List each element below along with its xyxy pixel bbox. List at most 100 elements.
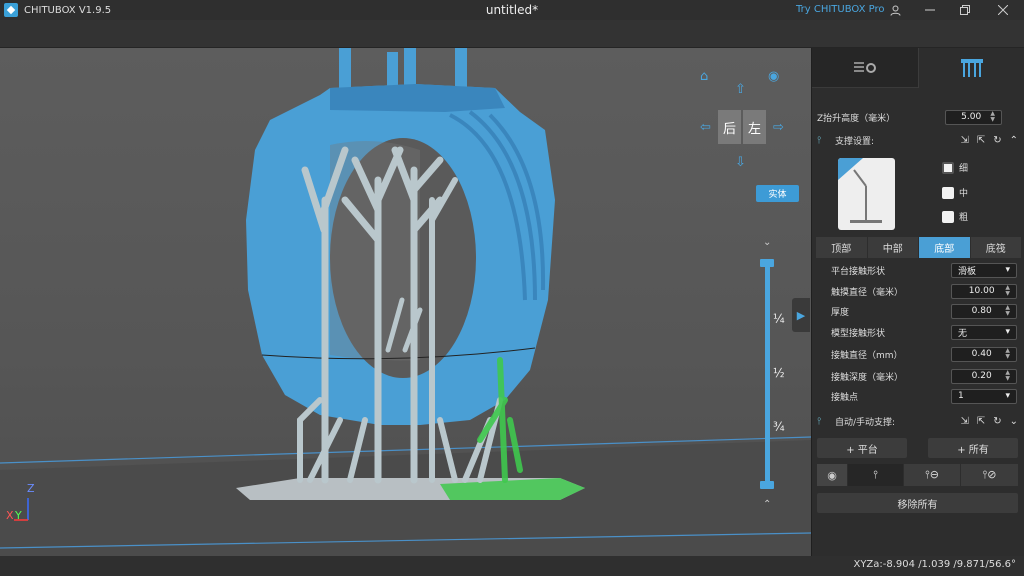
layer-slider-top-handle[interactable] — [760, 259, 774, 267]
param-label: 接触点 — [831, 392, 859, 403]
settings-icon — [854, 61, 876, 73]
scene-canvas: Z X Y — [0, 48, 811, 556]
cube-face-left[interactable]: 左 — [743, 110, 766, 144]
view-up-icon[interactable]: ⇧ — [735, 83, 746, 96]
contact-diameter-input[interactable]: 0.40 ▲ ▼ — [951, 346, 1017, 362]
import-icon[interactable]: ⇲ — [960, 135, 968, 146]
contact-points-select[interactable]: 1 ▾ — [951, 388, 1017, 404]
refresh-icon[interactable]: ↻ — [993, 416, 1001, 427]
view-cube[interactable]: 后 左 — [718, 110, 766, 144]
chevron-down-icon[interactable]: ⌄ — [763, 236, 771, 249]
chevron-down-icon: ▾ — [1005, 391, 1010, 401]
spin-icon[interactable]: ▲ ▼ — [1005, 305, 1010, 317]
tab-settings[interactable] — [812, 48, 918, 88]
eye-view-icon[interactable]: ◉ — [768, 70, 779, 83]
checkbox[interactable] — [942, 161, 954, 174]
remove-support-tool-button[interactable]: ⫯⊖ — [904, 464, 960, 486]
support-preview-image — [838, 158, 895, 230]
model-contact-shape-select[interactable]: 无 ▾ — [951, 324, 1017, 340]
view-left-icon[interactable]: ⇦ — [700, 121, 711, 134]
slider-quarter-label: ¼ — [773, 312, 785, 326]
density-coarse-option[interactable]: 粗 — [942, 210, 968, 223]
thickness-input[interactable]: 0.80 ▲ ▼ — [951, 303, 1017, 319]
remove-all-button[interactable]: 移除所有 — [817, 493, 1018, 513]
tab-support[interactable] — [918, 48, 1024, 88]
param-label: 触摸直径（毫米） — [831, 287, 904, 298]
viewport-3d[interactable]: Z X Y ⌂ ⇧ ◉ ⇦ ⇨ ⇩ 后 左 实体 ⌄ ¼ ½ ¾ ⌃ ▶ — [0, 48, 811, 556]
param-row: 平台接触形状 滑板 ▾ — [812, 260, 1024, 280]
support-pin-icon: ⫯ — [873, 468, 878, 481]
view-right-icon[interactable]: ⇨ — [773, 121, 784, 134]
checkbox[interactable] — [942, 186, 954, 199]
cube-face-back[interactable]: 后 — [718, 110, 741, 144]
density-fine-option[interactable]: 细 — [942, 161, 968, 174]
play-arrow-icon: ▶ — [796, 308, 806, 322]
param-row: 厚度 0.80 ▲ ▼ — [812, 301, 1024, 321]
status-bar: XYZa:-8.904 /1.039 /9.871/56.6° — [0, 556, 1024, 576]
spin-icon[interactable]: ▲ ▼ — [1005, 370, 1010, 382]
param-row: 接触点 1 ▾ — [812, 386, 1024, 406]
layer-slider-track[interactable] — [765, 262, 770, 486]
support-edit-icon: ⫯⊘ — [982, 468, 997, 481]
try-pro-link[interactable]: Try CHITUBOX Pro — [796, 4, 885, 15]
home-view-icon[interactable]: ⌂ — [700, 70, 708, 83]
contact-depth-input[interactable]: 0.20 ▲ ▼ — [951, 368, 1017, 384]
position-tabs: 顶部 中部 底部 底筏 — [816, 237, 1021, 258]
tab-raft[interactable]: 底筏 — [970, 237, 1021, 258]
ring-model — [246, 84, 555, 425]
z-lift-input[interactable]: 5.00 ▲ ▼ — [945, 109, 1002, 125]
param-row: 接触直径（mm） 0.40 ▲ ▼ — [812, 344, 1024, 364]
checkbox[interactable] — [942, 210, 954, 223]
support-table-icon — [961, 59, 983, 77]
support-tool-button[interactable]: ⫯ — [848, 464, 903, 486]
app-name: CHITUBOX V1.9.5 — [24, 4, 112, 16]
add-platform-button[interactable]: + 平台 — [817, 438, 907, 458]
support-settings-label: 支撑设置: — [835, 136, 875, 147]
spin-icon[interactable]: ▲ ▼ — [1005, 285, 1010, 297]
svg-text:Z: Z — [27, 482, 35, 495]
toolbar — [0, 20, 1024, 48]
tab-top[interactable]: 顶部 — [816, 237, 867, 258]
platform-contact-shape-select[interactable]: 滑板 ▾ — [951, 262, 1017, 278]
solid-view-button[interactable]: 实体 — [756, 185, 799, 202]
chevron-up-icon[interactable]: ⌃ — [763, 498, 771, 511]
title-bar: CHITUBOX V1.9.5 untitled* Try CHITUBOX P… — [0, 0, 1024, 20]
touch-diameter-input[interactable]: 10.00 ▲ ▼ — [951, 283, 1017, 299]
spin-icon[interactable]: ▲ ▼ — [1005, 348, 1010, 360]
user-icon[interactable] — [880, 0, 910, 20]
support-icon: ⫯ — [817, 415, 822, 427]
density-medium-option[interactable]: 中 — [942, 186, 968, 199]
add-all-button[interactable]: + 所有 — [928, 438, 1018, 458]
support-panel: Z抬升高度（毫米） 5.00 ▲ ▼ ⫯ 支撑设置: ⇲ ⇱ ↻ ⌃ 细 中 粗 顶… — [811, 48, 1024, 556]
auto-manual-header: ⫯ 自动/手动支撑: ⇲ ⇱ ↻ ⌄ — [817, 412, 1022, 430]
support-settings-header: ⫯ 支撑设置: ⇲ ⇱ ↻ ⌃ — [817, 131, 1022, 149]
spin-icon[interactable]: ▲ ▼ — [990, 111, 995, 123]
app-logo-icon — [4, 3, 18, 17]
expand-icon[interactable]: ⌄ — [1010, 416, 1018, 427]
z-lift-label: Z抬升高度（毫米） — [817, 113, 896, 124]
param-label: 厚度 — [831, 307, 850, 318]
tab-middle[interactable]: 中部 — [867, 237, 918, 258]
close-icon[interactable] — [988, 0, 1018, 20]
export-icon[interactable]: ⇱ — [977, 135, 985, 146]
import-icon[interactable]: ⇲ — [960, 416, 968, 427]
param-label: 接触直径（mm） — [831, 350, 903, 361]
visibility-toggle-button[interactable]: ◉ — [817, 464, 847, 486]
edit-support-tool-button[interactable]: ⫯⊘ — [961, 464, 1018, 486]
tab-bottom[interactable]: 底部 — [919, 237, 970, 258]
param-label: 平台接触形状 — [831, 266, 886, 277]
refresh-icon[interactable]: ↻ — [993, 135, 1001, 146]
auto-manual-label: 自动/手动支撑: — [835, 417, 896, 428]
param-row: 接触深度（毫米） 0.20 ▲ ▼ — [812, 366, 1024, 386]
layer-slider-bottom-handle[interactable] — [760, 481, 774, 489]
slider-three-quarter-label: ¾ — [773, 420, 785, 434]
restore-icon[interactable] — [950, 0, 980, 20]
minimize-icon[interactable] — [915, 0, 945, 20]
eye-icon: ◉ — [827, 468, 837, 482]
support-minus-icon: ⫯⊖ — [924, 468, 939, 481]
panel-toggle-button[interactable]: ▶ — [792, 298, 810, 332]
view-down-icon[interactable]: ⇩ — [735, 156, 746, 169]
collapse-icon[interactable]: ⌃ — [1010, 135, 1018, 146]
export-icon[interactable]: ⇱ — [977, 416, 985, 427]
svg-text:X: X — [6, 509, 14, 522]
